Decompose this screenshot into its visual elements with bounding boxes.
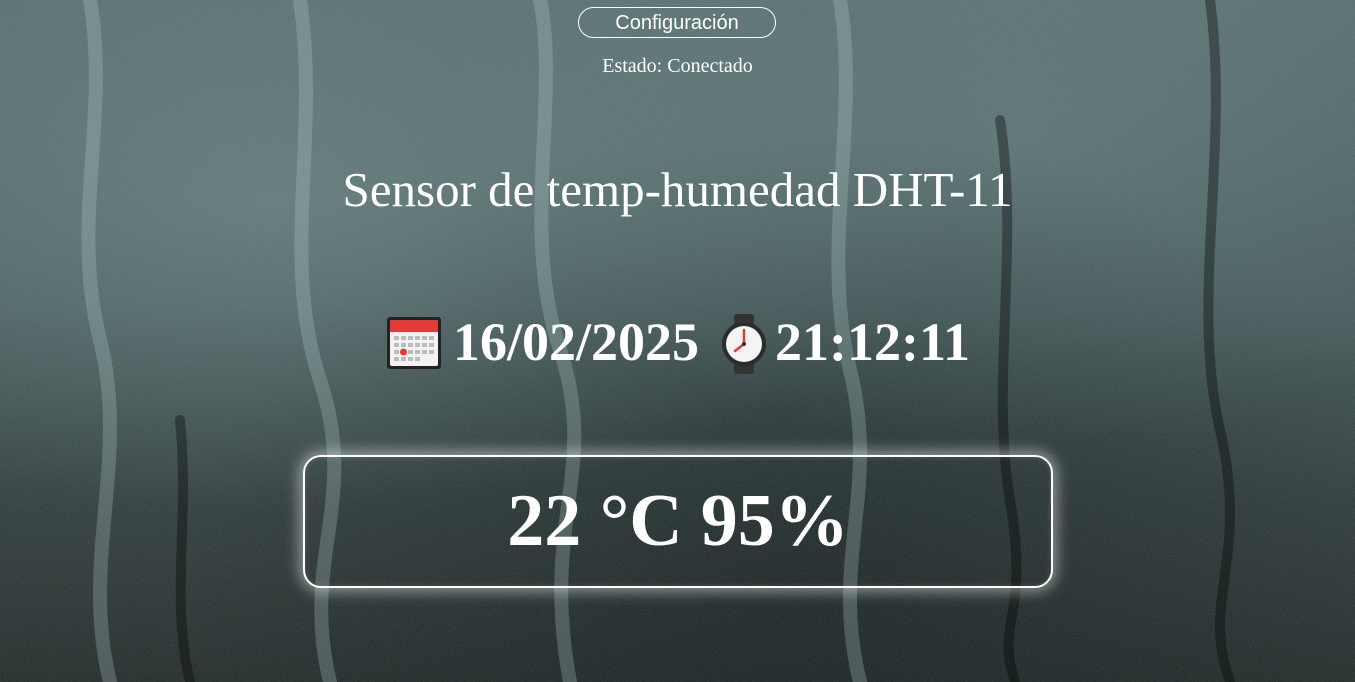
page-title: Sensor de temp-humedad DHT-11 [342, 162, 1013, 217]
calendar-icon [385, 313, 443, 371]
temperature-value: 22 °C [507, 480, 683, 562]
humidity-value: 95% [700, 480, 849, 562]
configuration-button[interactable]: Configuración [578, 7, 776, 38]
datetime-display: 16/02/2025 21:12:11 [0, 310, 1355, 374]
date-value: 16/02/2025 [452, 312, 699, 372]
connection-status: Estado: Conectado [602, 55, 753, 77]
sensor-reading-panel: 22 °C 95% [303, 455, 1053, 588]
time-value: 21:12:11 [775, 312, 970, 372]
watch-icon [713, 313, 775, 374]
